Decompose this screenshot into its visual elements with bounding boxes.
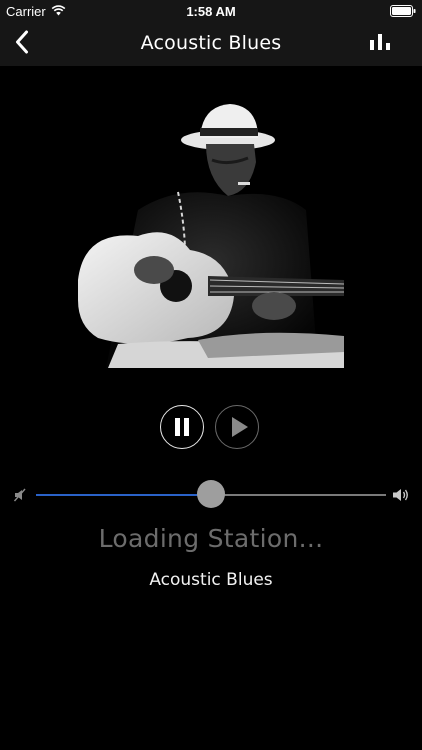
back-button[interactable]	[8, 30, 36, 58]
play-button[interactable]	[215, 405, 259, 449]
status-bar: Carrier 1:58 AM	[0, 0, 422, 22]
nav-title: Acoustic Blues	[140, 32, 282, 54]
pause-button[interactable]	[160, 405, 204, 449]
volume-mute-icon	[13, 488, 28, 502]
battery-icon	[390, 5, 416, 20]
chevron-left-icon	[15, 30, 29, 59]
album-art-image	[78, 100, 344, 368]
equalizer-icon	[370, 34, 392, 54]
volume-slider[interactable]	[36, 480, 386, 508]
volume-slider-fill	[36, 494, 211, 496]
nav-bar: Acoustic Blues	[0, 22, 422, 66]
equalizer-button[interactable]	[370, 34, 396, 56]
play-icon	[232, 417, 248, 437]
status-time: 1:58 AM	[186, 4, 236, 19]
station-name: Acoustic Blues	[149, 570, 273, 590]
volume-slider-thumb[interactable]	[197, 480, 225, 508]
player-screen: Carrier 1:58 AM Acoustic Blues Loading S…	[0, 0, 422, 750]
player-controls	[160, 405, 262, 451]
loading-status-text: Loading Station...	[98, 524, 324, 553]
volume-max-icon	[392, 487, 410, 503]
volume-control	[0, 480, 422, 510]
